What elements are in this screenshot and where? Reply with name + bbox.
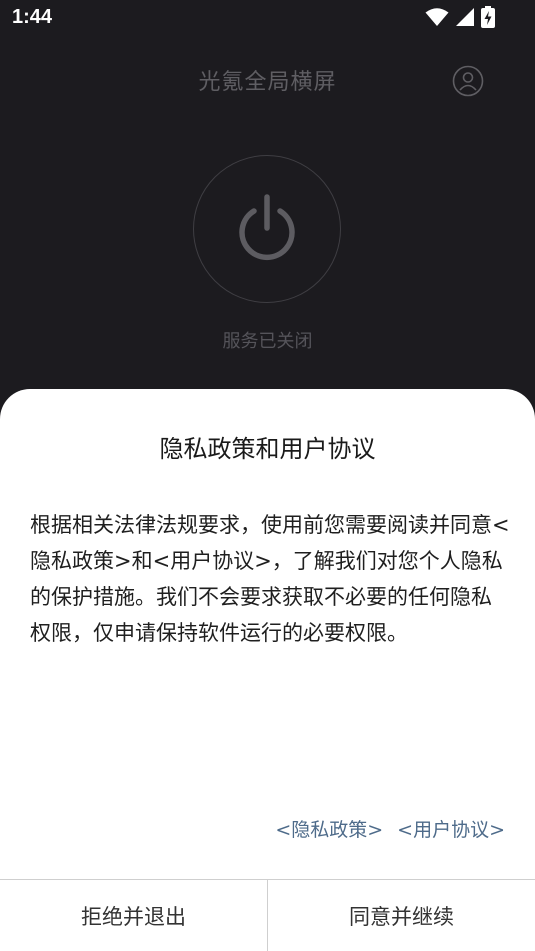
account-button[interactable] [452, 65, 484, 97]
dialog-title: 隐私政策和用户协议 [159, 435, 376, 463]
dialog-actions: 拒绝并退出 同意并继续 [0, 879, 535, 951]
decline-exit-button[interactable]: 拒绝并退出 [0, 880, 267, 951]
signal-icon [456, 8, 474, 26]
accept-continue-button[interactable]: 同意并继续 [267, 880, 535, 951]
power-toggle-button[interactable] [193, 155, 341, 303]
user-agreement-link[interactable]: <用户协议> [397, 815, 505, 842]
dialog-links: <隐私政策> <用户协议> [275, 815, 505, 842]
status-icons [425, 6, 495, 28]
battery-charging-icon [481, 6, 495, 28]
status-bar: 1:44 [0, 0, 535, 36]
privacy-dialog: 隐私政策和用户协议 根据相关法律法规要求，使用前您需要阅读并同意<隐私政策>和<… [0, 389, 535, 951]
service-status-text: 服务已关闭 [222, 331, 313, 352]
app-screen: 1:44 光氪全局横屏 服务已关闭 隐私政策和用户协议 根据相关法律法规要求，使… [0, 0, 535, 951]
wifi-icon [425, 8, 449, 26]
dialog-body: 根据相关法律法规要求，使用前您需要阅读并同意<隐私政策>和<用户协议>，了解我们… [30, 513, 510, 645]
privacy-policy-link[interactable]: <隐私政策> [275, 815, 383, 842]
account-icon [452, 65, 484, 97]
power-icon [239, 194, 295, 261]
status-time: 1:44 [12, 6, 53, 28]
